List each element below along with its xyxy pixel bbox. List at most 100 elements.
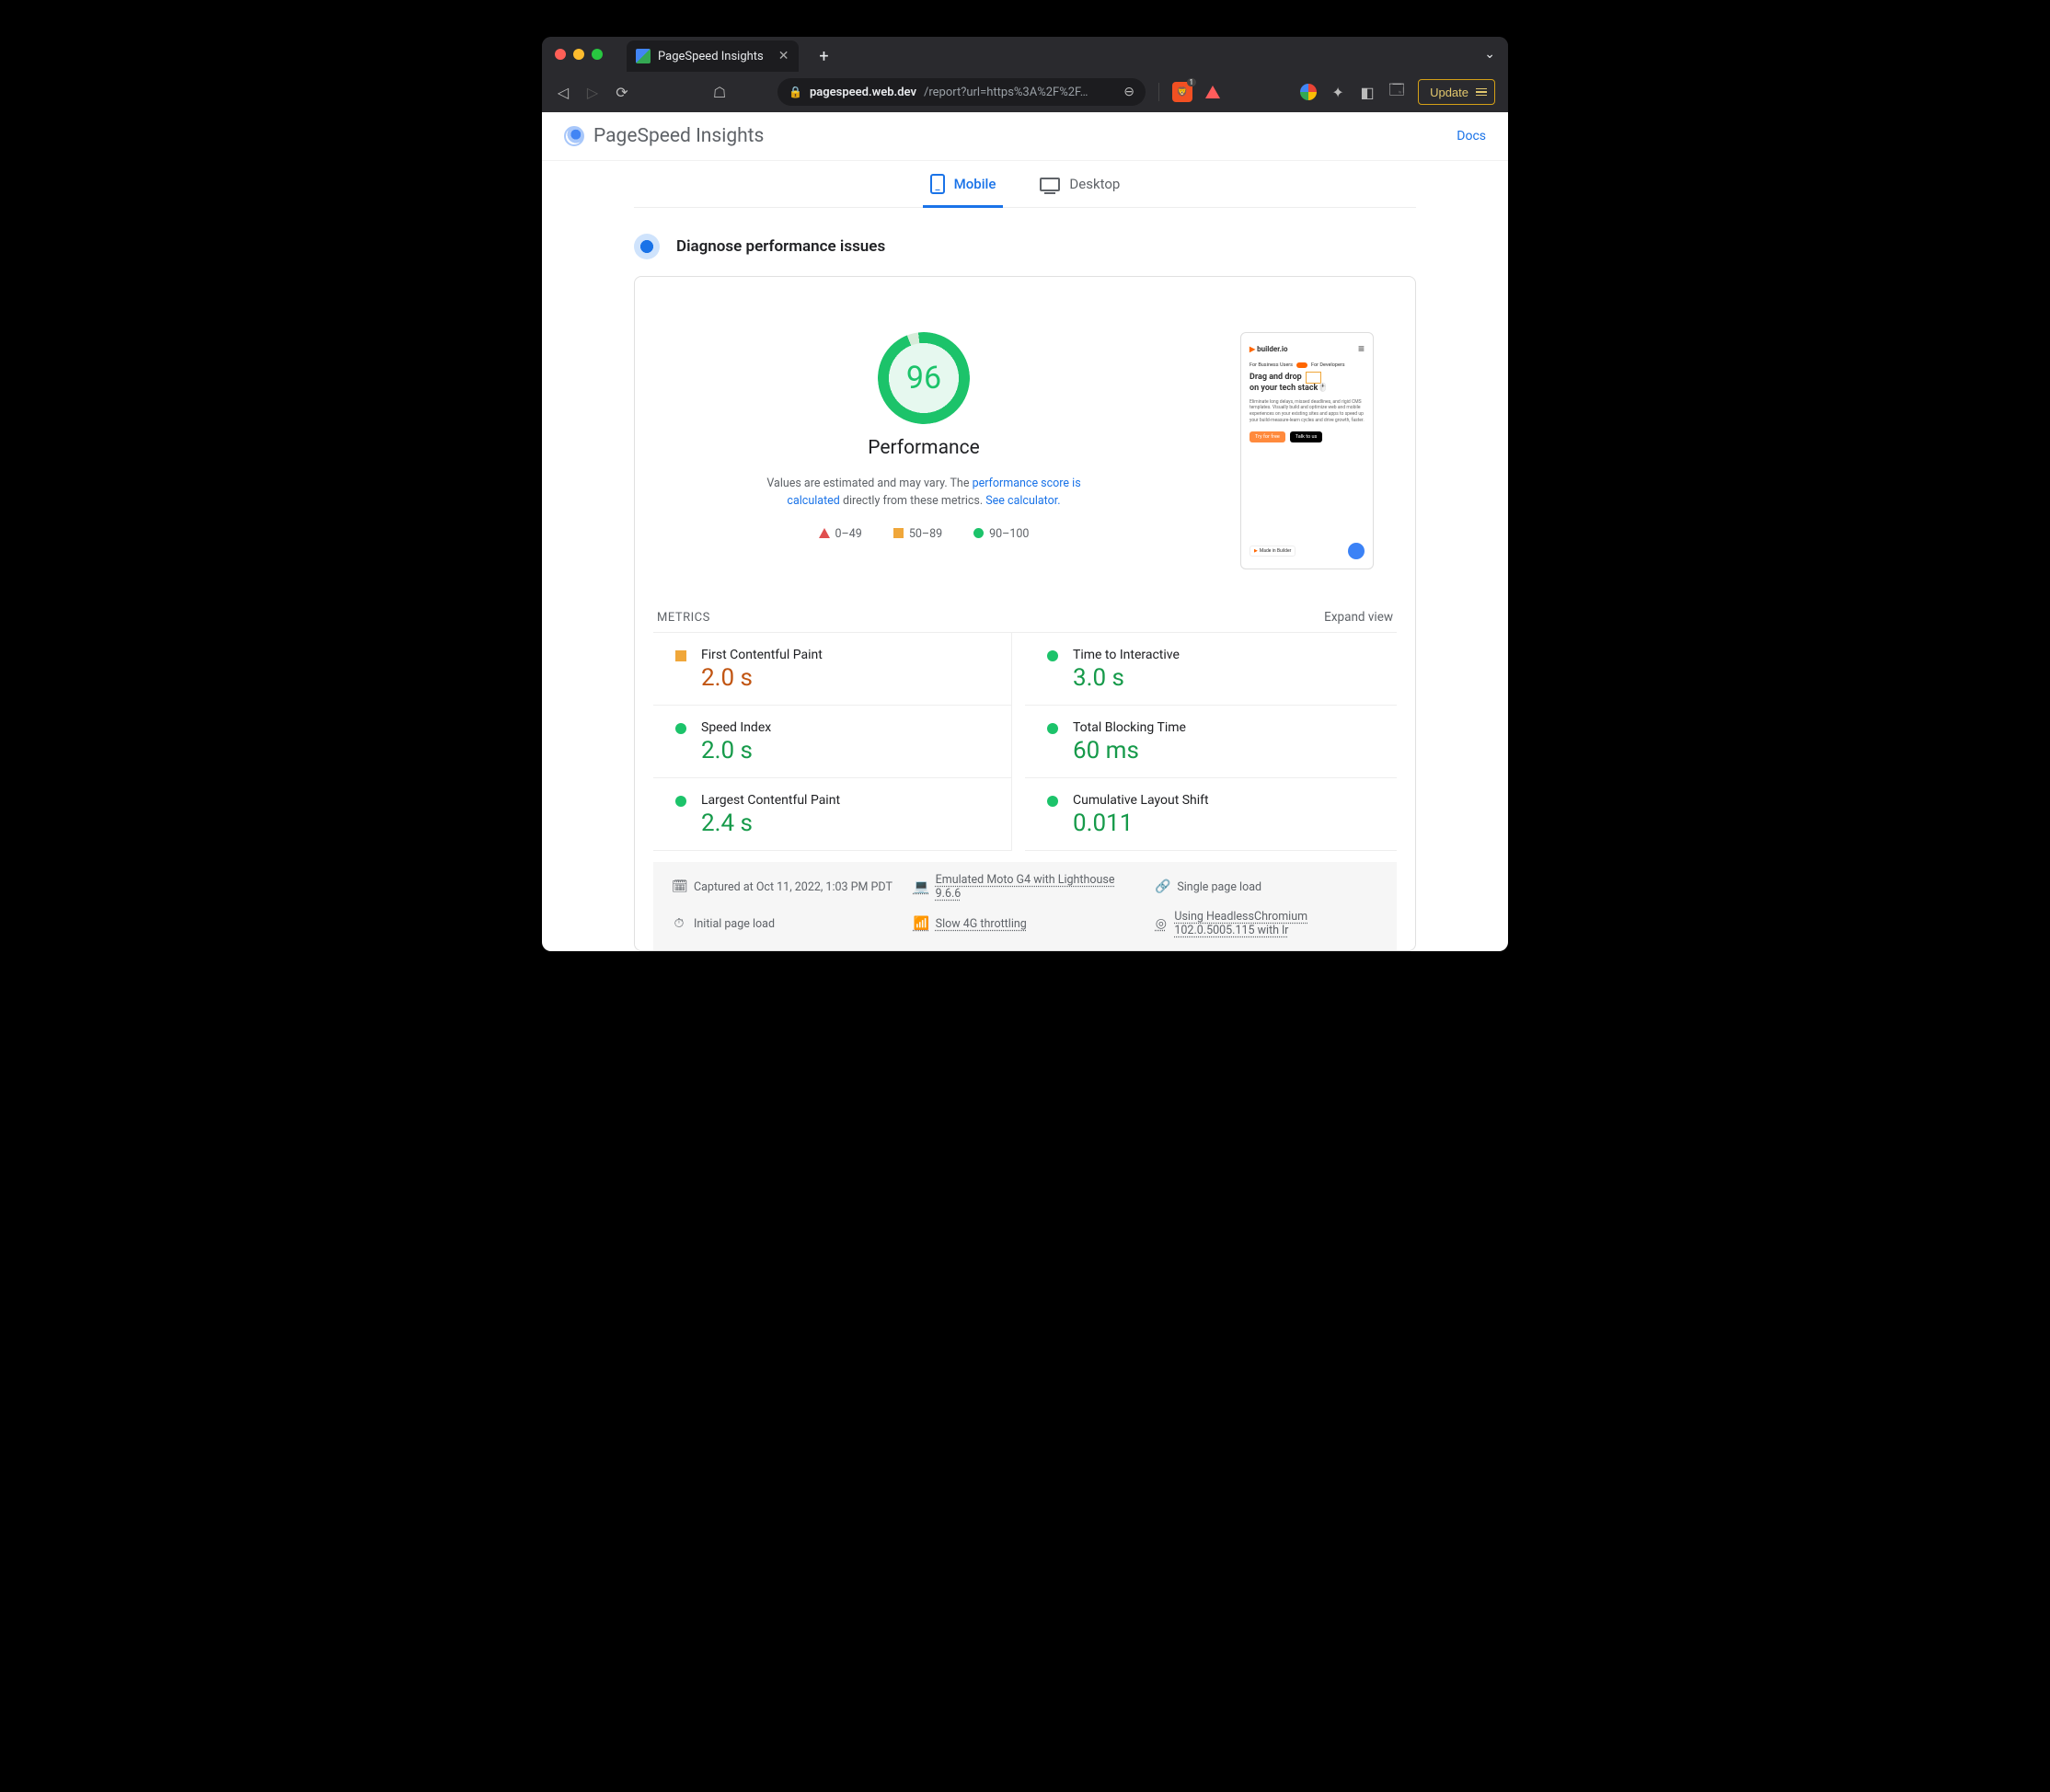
device-tabs: Mobile Desktop	[634, 161, 1416, 208]
performance-gauge: 96	[878, 332, 970, 424]
window-titlebar: PageSpeed Insights ✕ + ⌄	[542, 37, 1508, 72]
browser-tab[interactable]: PageSpeed Insights ✕	[627, 40, 799, 72]
signal-icon: 📶	[914, 916, 928, 931]
traffic-close-icon[interactable]	[555, 49, 566, 60]
preview-toggle: For Business Users For Developers	[1250, 362, 1365, 368]
tabs-dropdown-icon[interactable]: ⌄	[1484, 47, 1495, 62]
metric-status-icon	[1047, 650, 1058, 661]
report-card: 96 Performance Values are estimated and …	[634, 276, 1416, 951]
update-button[interactable]: Update	[1418, 79, 1495, 105]
footer-single-page: 🔗Single page load	[1155, 873, 1378, 901]
metric-item: Speed Index 2.0 s	[653, 706, 1012, 778]
toolbar-divider	[1158, 83, 1159, 101]
performance-score: 96	[906, 360, 941, 396]
footer-captured: 🗓Captured at Oct 11, 2022, 1:03 PM PDT	[672, 873, 895, 901]
preview-switch-icon	[1296, 362, 1307, 368]
note-text: Values are estimated and may vary. The	[766, 477, 972, 490]
new-tab-button[interactable]: +	[813, 45, 835, 67]
app-header: PageSpeed Insights Docs	[542, 112, 1508, 161]
metric-name: Speed Index	[701, 720, 1006, 735]
metric-name: Cumulative Layout Shift	[1073, 793, 1391, 808]
metric-name: First Contentful Paint	[701, 648, 1006, 662]
browser-toolbar: ◁ ▷ ⟳ ☖ 🔒 pagespeed.web.dev /report?url=…	[542, 72, 1508, 112]
preview-made-in: ▶Made in Builder	[1250, 546, 1296, 557]
timer-icon: ⏱	[672, 916, 686, 931]
footer-headless[interactable]: ◎Using HeadlessChromium 102.0.5005.115 w…	[1155, 910, 1378, 937]
see-calculator-link[interactable]: See calculator.	[985, 494, 1060, 508]
metric-value: 2.0 s	[701, 664, 1006, 692]
preview-column: ▶ builder.io ≡ For Business Users For De…	[1240, 332, 1388, 569]
site-preview: ▶ builder.io ≡ For Business Users For De…	[1240, 332, 1374, 569]
legend-triangle-icon	[819, 528, 830, 538]
docs-link[interactable]: Docs	[1457, 129, 1486, 144]
nav-forward-icon: ▷	[584, 84, 601, 101]
metric-value: 0.011	[1073, 810, 1391, 837]
traffic-zoom-icon[interactable]	[592, 49, 603, 60]
diagnose-icon	[634, 234, 660, 259]
metric-status-icon	[1047, 796, 1058, 807]
browser-window: PageSpeed Insights ✕ + ⌄ ◁ ▷ ⟳ ☖ 🔒 pages…	[542, 37, 1508, 951]
sidepanel-icon[interactable]: ◧	[1359, 84, 1376, 101]
wallet-icon[interactable]: 🗔	[1388, 80, 1405, 105]
tab-favicon-icon	[636, 49, 651, 63]
performance-label: Performance	[868, 437, 979, 459]
metrics-grid: First Contentful Paint 2.0 s Time to Inter…	[653, 633, 1397, 851]
metric-item: Total Blocking Time60 ms	[1025, 706, 1397, 778]
metric-status-icon	[675, 650, 686, 661]
diagnose-title: Diagnose performance issues	[676, 237, 885, 256]
extensions-icon[interactable]: ✦	[1330, 84, 1346, 101]
chrome-icon: ◎	[1155, 916, 1167, 931]
legend-avg: 50–89	[893, 527, 942, 541]
shield-icon[interactable]: 🦁	[1172, 82, 1192, 102]
mobile-icon	[930, 174, 945, 194]
metric-name: Largest Contentful Paint	[701, 793, 1006, 808]
profile-icon[interactable]	[1300, 84, 1317, 100]
metric-item: Cumulative Layout Shift 0.011	[1025, 778, 1397, 851]
metric-name: Time to Interactive	[1073, 648, 1391, 662]
footer-throttling[interactable]: 📶Slow 4G throttling	[914, 910, 1137, 937]
score-legend: 0–49 50–89 90–100	[819, 527, 1030, 541]
note-text-2: directly from these metrics.	[840, 494, 985, 508]
footer-initial-load: ⏱Initial page load	[672, 910, 895, 937]
url-path: /report?url=https%3A%2F%2F…	[924, 86, 1088, 99]
metric-value: 3.0 s	[1073, 664, 1391, 692]
expand-view-button[interactable]: Expand view	[1324, 610, 1393, 625]
desktop-icon	[1040, 178, 1060, 191]
metric-name: Total Blocking Time	[1073, 720, 1391, 735]
metric-item: Largest Contentful Paint 2.4 s	[653, 778, 1012, 851]
report-footer: 🗓Captured at Oct 11, 2022, 1:03 PM PDT 💻…	[653, 862, 1397, 950]
preview-chat-icon	[1348, 543, 1365, 559]
metric-item: First Contentful Paint 2.0 s	[653, 633, 1012, 706]
preview-cta-secondary: Talk to us	[1290, 431, 1323, 442]
zoom-out-icon[interactable]: ⊖	[1123, 85, 1134, 99]
url-host: pagespeed.web.dev	[810, 86, 916, 99]
performance-score-column: 96 Performance Values are estimated and …	[662, 332, 1185, 569]
tab-title: PageSpeed Insights	[658, 50, 764, 63]
footer-emulated[interactable]: 💻Emulated Moto G4 with Lighthouse 9.6.6	[914, 873, 1137, 901]
metric-value: 2.0 s	[701, 737, 1006, 764]
tab-mobile[interactable]: Mobile	[930, 161, 996, 207]
nav-back-icon[interactable]: ◁	[555, 84, 571, 101]
tab-desktop[interactable]: Desktop	[1040, 161, 1120, 207]
metrics-label: METRICS	[657, 611, 710, 625]
performance-row: 96 Performance Values are estimated and …	[653, 332, 1397, 597]
link-icon: 🔗	[1155, 879, 1169, 894]
preview-headline: Drag and drop on your tech stack🖱️	[1250, 372, 1365, 394]
calendar-icon: 🗓	[672, 879, 686, 894]
preview-logo: ▶ builder.io	[1250, 345, 1287, 353]
preview-hamburger-icon: ≡	[1358, 342, 1365, 355]
tab-close-icon[interactable]: ✕	[778, 49, 789, 63]
traffic-minimize-icon[interactable]	[573, 49, 584, 60]
metric-value: 2.4 s	[701, 810, 1006, 837]
metric-item: Time to Interactive 3.0 s	[1025, 633, 1397, 706]
psi-logo-icon	[564, 126, 584, 146]
performance-note: Values are estimated and may vary. The p…	[749, 476, 1099, 511]
bookmark-icon[interactable]: ☖	[711, 84, 728, 101]
address-bar[interactable]: 🔒 pagespeed.web.dev /report?url=https%3A…	[777, 78, 1146, 106]
tab-desktop-label: Desktop	[1069, 176, 1120, 192]
diagnose-header: Diagnose performance issues	[542, 208, 1508, 276]
reload-icon[interactable]: ⟳	[614, 84, 630, 101]
legend-poor: 0–49	[819, 527, 862, 541]
triangle-icon[interactable]	[1205, 86, 1220, 98]
metric-status-icon	[675, 796, 686, 807]
